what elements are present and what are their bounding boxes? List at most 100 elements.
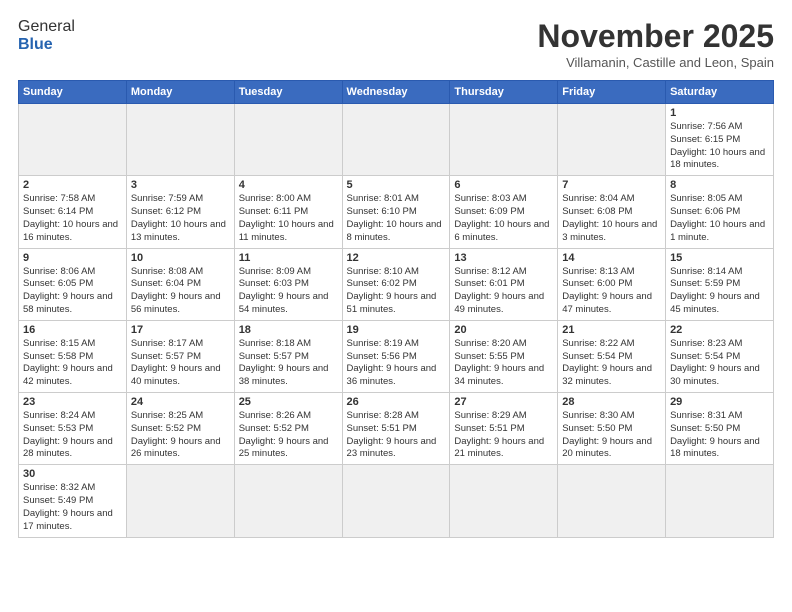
calendar-cell: 20Sunrise: 8:20 AM Sunset: 5:55 PM Dayli… bbox=[450, 320, 558, 392]
calendar-header-row: SundayMondayTuesdayWednesdayThursdayFrid… bbox=[19, 81, 774, 104]
calendar-cell: 30 Sunrise: 8:32 AM Sunset: 5:49 PM Dayli… bbox=[19, 465, 127, 537]
day-info: Sunrise: 8:31 AM Sunset: 5:50 PM Dayligh… bbox=[670, 410, 769, 461]
day-info: Sunrise: 8:04 AM Sunset: 6:08 PM Dayligh… bbox=[562, 193, 661, 244]
header: General Blue General Blue November 2025 … bbox=[18, 18, 774, 70]
day-number: 13 bbox=[454, 252, 553, 264]
calendar-header-tuesday: Tuesday bbox=[234, 81, 342, 104]
logo-blue: Blue bbox=[18, 36, 75, 54]
calendar-cell: 28Sunrise: 8:30 AM Sunset: 5:50 PM Dayli… bbox=[558, 393, 666, 465]
day-number: 8 bbox=[670, 179, 769, 191]
calendar-cell bbox=[450, 104, 558, 176]
calendar-header-friday: Friday bbox=[558, 81, 666, 104]
day-info: Sunrise: 7:56 AM Sunset: 6:15 PM Dayligh… bbox=[670, 121, 769, 172]
day-number: 7 bbox=[562, 179, 661, 191]
calendar-week-5: 23Sunrise: 8:24 AM Sunset: 5:53 PM Dayli… bbox=[19, 393, 774, 465]
calendar-cell: 5Sunrise: 8:01 AM Sunset: 6:10 PM Daylig… bbox=[342, 176, 450, 248]
calendar-header-sunday: Sunday bbox=[19, 81, 127, 104]
day-number: 9 bbox=[23, 252, 122, 264]
calendar-cell: 24 Sunrise: 8:25 AM Sunset: 5:52 PM Dayli… bbox=[126, 393, 234, 465]
calendar-cell: 17 Sunrise: 8:17 AM Sunset: 5:57 PM Dayli… bbox=[126, 320, 234, 392]
calendar-cell: 23Sunrise: 8:24 AM Sunset: 5:53 PM Dayli… bbox=[19, 393, 127, 465]
day-number: 10 bbox=[131, 252, 230, 264]
calendar-cell: 11 Sunrise: 8:09 AM Sunset: 6:03 PM Dayli… bbox=[234, 248, 342, 320]
calendar-cell: 27Sunrise: 8:29 AM Sunset: 5:51 PM Dayli… bbox=[450, 393, 558, 465]
day-info: Sunrise: 8:10 AM Sunset: 6:02 PM Dayligh… bbox=[347, 266, 446, 317]
day-number: 19 bbox=[347, 324, 446, 336]
calendar-header-thursday: Thursday bbox=[450, 81, 558, 104]
calendar-week-1: 1 Sunrise: 7:56 AM Sunset: 6:15 PM Daylig… bbox=[19, 104, 774, 176]
calendar-cell: 16 Sunrise: 8:15 AM Sunset: 5:58 PM Dayli… bbox=[19, 320, 127, 392]
day-number: 15 bbox=[670, 252, 769, 264]
day-number: 16 bbox=[23, 324, 122, 336]
calendar-cell: 10 Sunrise: 8:08 AM Sunset: 6:04 PM Dayli… bbox=[126, 248, 234, 320]
calendar-cell: 15 Sunrise: 8:14 AM Sunset: 5:59 PM Dayli… bbox=[666, 248, 774, 320]
day-number: 14 bbox=[562, 252, 661, 264]
logo-general: General bbox=[18, 18, 75, 36]
day-info: Sunrise: 8:13 AM Sunset: 6:00 PM Dayligh… bbox=[562, 266, 661, 317]
day-number: 20 bbox=[454, 324, 553, 336]
day-info: Sunrise: 8:24 AM Sunset: 5:53 PM Dayligh… bbox=[23, 410, 122, 461]
calendar-cell: 26Sunrise: 8:28 AM Sunset: 5:51 PM Dayli… bbox=[342, 393, 450, 465]
calendar-cell: 6 Sunrise: 8:03 AM Sunset: 6:09 PM Daylig… bbox=[450, 176, 558, 248]
calendar-cell bbox=[342, 465, 450, 537]
calendar-header-saturday: Saturday bbox=[666, 81, 774, 104]
calendar-week-2: 2Sunrise: 7:58 AM Sunset: 6:14 PM Daylig… bbox=[19, 176, 774, 248]
calendar-cell: 29Sunrise: 8:31 AM Sunset: 5:50 PM Dayli… bbox=[666, 393, 774, 465]
day-number: 27 bbox=[454, 396, 553, 408]
day-number: 6 bbox=[454, 179, 553, 191]
calendar-cell bbox=[558, 465, 666, 537]
calendar-cell bbox=[126, 104, 234, 176]
calendar-cell: 25Sunrise: 8:26 AM Sunset: 5:52 PM Dayli… bbox=[234, 393, 342, 465]
day-number: 21 bbox=[562, 324, 661, 336]
day-number: 26 bbox=[347, 396, 446, 408]
calendar-cell: 22Sunrise: 8:23 AM Sunset: 5:54 PM Dayli… bbox=[666, 320, 774, 392]
calendar-cell: 9 Sunrise: 8:06 AM Sunset: 6:05 PM Daylig… bbox=[19, 248, 127, 320]
calendar-cell bbox=[558, 104, 666, 176]
day-info: Sunrise: 8:05 AM Sunset: 6:06 PM Dayligh… bbox=[670, 193, 769, 244]
day-info: Sunrise: 8:09 AM Sunset: 6:03 PM Dayligh… bbox=[239, 266, 338, 317]
day-info: Sunrise: 8:18 AM Sunset: 5:57 PM Dayligh… bbox=[239, 338, 338, 389]
day-info: Sunrise: 8:15 AM Sunset: 5:58 PM Dayligh… bbox=[23, 338, 122, 389]
day-info: Sunrise: 7:59 AM Sunset: 6:12 PM Dayligh… bbox=[131, 193, 230, 244]
calendar-week-4: 16 Sunrise: 8:15 AM Sunset: 5:58 PM Dayli… bbox=[19, 320, 774, 392]
day-info: Sunrise: 8:22 AM Sunset: 5:54 PM Dayligh… bbox=[562, 338, 661, 389]
day-info: Sunrise: 8:08 AM Sunset: 6:04 PM Dayligh… bbox=[131, 266, 230, 317]
calendar-cell: 21 Sunrise: 8:22 AM Sunset: 5:54 PM Dayli… bbox=[558, 320, 666, 392]
day-info: Sunrise: 8:06 AM Sunset: 6:05 PM Dayligh… bbox=[23, 266, 122, 317]
calendar-cell bbox=[126, 465, 234, 537]
month-title: November 2025 bbox=[537, 18, 774, 55]
day-number: 1 bbox=[670, 107, 769, 119]
day-info: Sunrise: 8:32 AM Sunset: 5:49 PM Dayligh… bbox=[23, 482, 122, 533]
calendar-cell: 4Sunrise: 8:00 AM Sunset: 6:11 PM Daylig… bbox=[234, 176, 342, 248]
calendar-header-wednesday: Wednesday bbox=[342, 81, 450, 104]
day-info: Sunrise: 8:23 AM Sunset: 5:54 PM Dayligh… bbox=[670, 338, 769, 389]
page: General Blue General Blue November 2025 … bbox=[0, 0, 792, 612]
day-info: Sunrise: 8:03 AM Sunset: 6:09 PM Dayligh… bbox=[454, 193, 553, 244]
calendar-cell bbox=[234, 465, 342, 537]
day-number: 3 bbox=[131, 179, 230, 191]
calendar-cell: 7 Sunrise: 8:04 AM Sunset: 6:08 PM Daylig… bbox=[558, 176, 666, 248]
calendar-table: SundayMondayTuesdayWednesdayThursdayFrid… bbox=[18, 80, 774, 538]
day-number: 11 bbox=[239, 252, 338, 264]
calendar-cell: 12Sunrise: 8:10 AM Sunset: 6:02 PM Dayli… bbox=[342, 248, 450, 320]
calendar-cell: 18 Sunrise: 8:18 AM Sunset: 5:57 PM Dayli… bbox=[234, 320, 342, 392]
day-info: Sunrise: 8:19 AM Sunset: 5:56 PM Dayligh… bbox=[347, 338, 446, 389]
calendar-cell: 14 Sunrise: 8:13 AM Sunset: 6:00 PM Dayli… bbox=[558, 248, 666, 320]
day-info: Sunrise: 8:14 AM Sunset: 5:59 PM Dayligh… bbox=[670, 266, 769, 317]
calendar-cell: 8 Sunrise: 8:05 AM Sunset: 6:06 PM Daylig… bbox=[666, 176, 774, 248]
calendar-week-6: 30 Sunrise: 8:32 AM Sunset: 5:49 PM Dayli… bbox=[19, 465, 774, 537]
title-block: November 2025 Villamanin, Castille and L… bbox=[537, 18, 774, 70]
day-number: 18 bbox=[239, 324, 338, 336]
calendar-cell bbox=[234, 104, 342, 176]
calendar-week-3: 9 Sunrise: 8:06 AM Sunset: 6:05 PM Daylig… bbox=[19, 248, 774, 320]
day-number: 2 bbox=[23, 179, 122, 191]
day-number: 30 bbox=[23, 468, 122, 480]
calendar-cell bbox=[19, 104, 127, 176]
day-number: 24 bbox=[131, 396, 230, 408]
calendar-cell: 2Sunrise: 7:58 AM Sunset: 6:14 PM Daylig… bbox=[19, 176, 127, 248]
day-info: Sunrise: 8:25 AM Sunset: 5:52 PM Dayligh… bbox=[131, 410, 230, 461]
calendar-cell bbox=[450, 465, 558, 537]
day-info: Sunrise: 8:17 AM Sunset: 5:57 PM Dayligh… bbox=[131, 338, 230, 389]
subtitle: Villamanin, Castille and Leon, Spain bbox=[537, 55, 774, 70]
day-number: 17 bbox=[131, 324, 230, 336]
